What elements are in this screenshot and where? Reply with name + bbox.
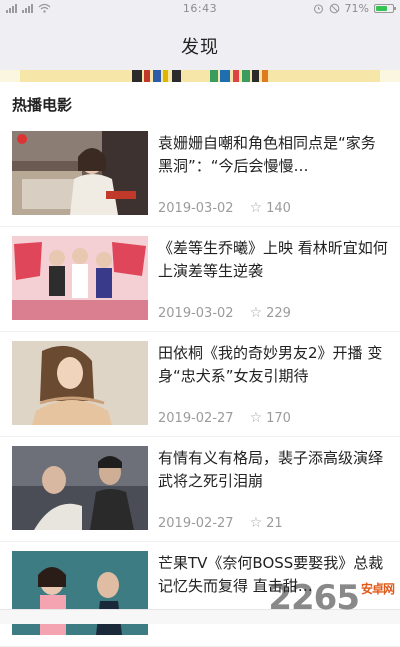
star-icon: ☆ xyxy=(249,515,263,531)
article-date: 2019-02-27 xyxy=(158,410,234,426)
list-item[interactable]: 《差等生乔曦》上映 看林昕宜如何上演差等生逆袭 2019-03-02 ☆ 229 xyxy=(0,227,400,332)
article-stars: 21 xyxy=(266,515,283,531)
section-title: 热播电影 xyxy=(12,96,73,114)
article-date: 2019-02-27 xyxy=(158,515,234,531)
article-stars: 229 xyxy=(266,305,291,321)
watermark-logo: 2265 安卓网 xyxy=(268,578,395,618)
article-thumbnail xyxy=(12,446,148,530)
article-title: 袁姗姗自嘲和角色相同点是“家务黑洞”：“今后会慢慢… xyxy=(158,134,376,175)
article-title: 《差等生乔曦》上映 看林昕宜如何上演差等生逆袭 xyxy=(158,239,388,280)
banner-image xyxy=(20,70,380,82)
article-meta: 2019-03-02 ☆ 140 xyxy=(158,200,291,216)
status-bar: 16:43 71% xyxy=(0,0,400,18)
status-right: 71% xyxy=(313,2,396,15)
article-title: 有情有义有格局，裴子添高级演绎武将之死引泪崩 xyxy=(158,449,384,490)
watermark-main: 2265 xyxy=(268,578,360,618)
banner-strip[interactable] xyxy=(0,70,400,82)
mute-icon xyxy=(329,3,339,14)
nav-bar: 发现 xyxy=(0,18,400,70)
page-title: 发现 xyxy=(181,37,219,58)
article-date: 2019-03-02 xyxy=(158,200,234,216)
battery-percent: 71% xyxy=(344,2,369,15)
article-date: 2019-03-02 xyxy=(158,305,234,321)
watermark-sub: 安卓网 xyxy=(360,582,395,596)
article-thumbnail xyxy=(12,131,148,215)
article-list: 袁姗姗自嘲和角色相同点是“家务黑洞”：“今后会慢慢… 2019-03-02 ☆ … xyxy=(0,122,400,647)
star-icon: ☆ xyxy=(249,305,263,321)
star-icon: ☆ xyxy=(249,410,263,426)
list-item[interactable]: 田依桐《我的奇妙男友2》开播 变身“忠犬系”女友引期待 2019-02-27 ☆… xyxy=(0,332,400,437)
article-stars: 170 xyxy=(266,410,291,426)
alarm-icon xyxy=(313,4,323,14)
list-item[interactable]: 有情有义有格局，裴子添高级演绎武将之死引泪崩 2019-02-27 ☆ 21 xyxy=(0,437,400,542)
star-icon: ☆ xyxy=(249,200,263,216)
article-stars: 140 xyxy=(266,200,291,216)
list-item[interactable]: 袁姗姗自嘲和角色相同点是“家务黑洞”：“今后会慢慢… 2019-03-02 ☆ … xyxy=(0,122,400,227)
article-thumbnail xyxy=(12,236,148,320)
article-title: 田依桐《我的奇妙男友2》开播 变身“忠犬系”女友引期待 xyxy=(158,344,383,385)
article-meta: 2019-02-27 ☆ 170 xyxy=(158,410,291,426)
article-thumbnail xyxy=(12,341,148,425)
battery-icon xyxy=(374,4,396,13)
article-meta: 2019-02-27 ☆ 21 xyxy=(158,515,283,531)
article-meta: 2019-03-02 ☆ 229 xyxy=(158,305,291,321)
